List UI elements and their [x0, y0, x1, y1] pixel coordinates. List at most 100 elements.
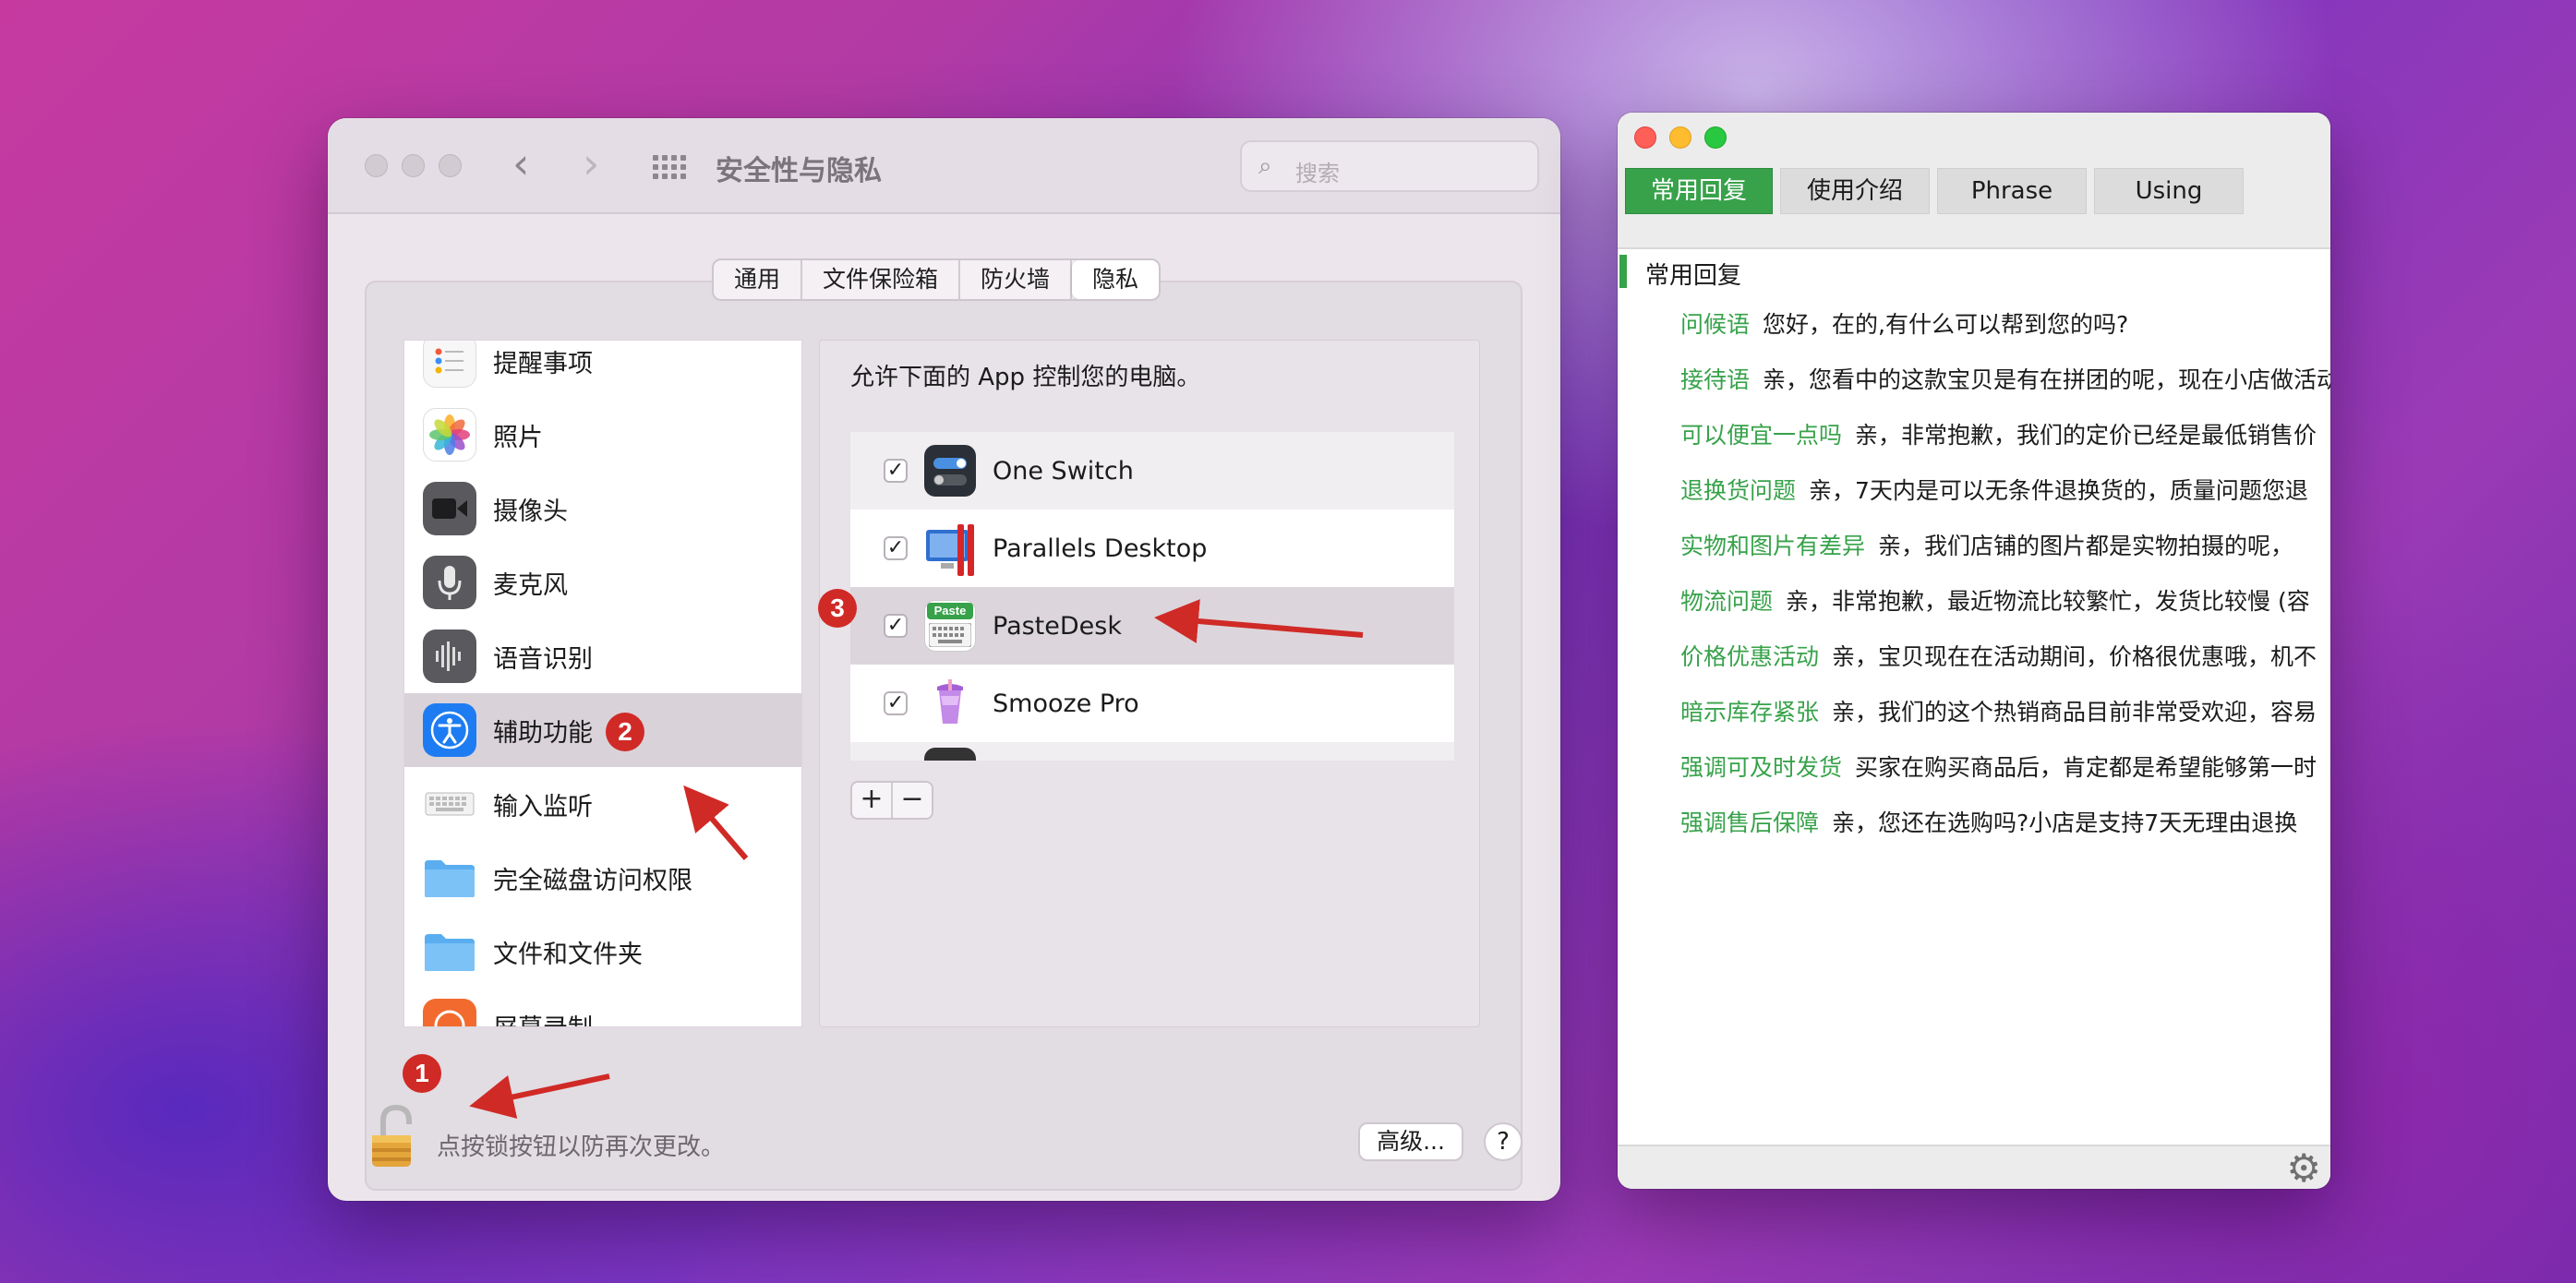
- app-row-one-switch[interactable]: ✓ One Switch: [850, 432, 1454, 510]
- search-field[interactable]: ⌕ 搜索: [1240, 140, 1539, 192]
- one-switch-icon: [924, 445, 976, 497]
- group-indicator: [1619, 255, 1627, 288]
- phrase-row[interactable]: 强调可及时发货 买家在购买商品后，肯定都是希望能够第一时: [1680, 749, 2317, 786]
- sidebar-item-photos[interactable]: 照片: [404, 398, 801, 472]
- phrase-text: 亲，宝贝现在在活动期间，价格很优惠哦，机不: [1832, 643, 2317, 670]
- smooze-pro-icon: [924, 677, 976, 729]
- sidebar-item-label: 屏幕录制: [493, 1008, 593, 1027]
- keyboard-icon: [423, 777, 476, 831]
- phrase-text: 亲，您还在选购吗?小店是支持7天无理由退换: [1832, 809, 2298, 836]
- search-icon: ⌕: [1258, 152, 1272, 180]
- sidebar-item-screen-recording[interactable]: 屏幕录制: [404, 989, 801, 1027]
- speech-recognition-icon: [423, 630, 476, 683]
- tab-using[interactable]: Using: [2094, 168, 2244, 214]
- zoom-button[interactable]: [439, 154, 462, 177]
- phrase-text: 亲，我们店铺的图片都是实物拍摄的呢，: [1878, 533, 2294, 559]
- phrase-text: 您好，在的,有什么可以帮到您的吗?: [1763, 311, 2129, 338]
- search-placeholder: 搜索: [1295, 161, 1340, 186]
- sidebar-item-label: 完全磁盘访问权限: [493, 866, 692, 895]
- phrase-text: 买家在购买商品后，肯定都是希望能够第一时: [1855, 754, 2317, 781]
- tab-privacy[interactable]: 隐私: [1072, 260, 1160, 299]
- phrase-row[interactable]: 问候语 您好，在的,有什么可以帮到您的吗?: [1680, 306, 2128, 343]
- tab-common-replies[interactable]: 常用回复: [1625, 168, 1773, 214]
- help-button[interactable]: ?: [1484, 1122, 1523, 1161]
- minimize-button[interactable]: [402, 154, 425, 177]
- minimize-button[interactable]: [1669, 126, 1691, 149]
- zoom-button[interactable]: [1704, 126, 1727, 149]
- screen-recording-icon: [423, 999, 476, 1026]
- sidebar-item-input-monitoring[interactable]: 输入监听: [404, 767, 801, 841]
- sidebar-item-label: 输入监听: [493, 792, 593, 821]
- phrase-key: 暗示库存紧张: [1680, 699, 1820, 725]
- app-name: Parallels Desktop: [993, 534, 1208, 563]
- sidebar-item-microphone[interactable]: 麦克风: [404, 546, 801, 619]
- sidebar-item-label: 摄像头: [493, 497, 568, 526]
- parallels-desktop-icon: [924, 522, 976, 576]
- app-row-partial[interactable]: [850, 742, 1454, 761]
- pastedesk-icon-label: Paste: [927, 603, 973, 619]
- pastedesk-icon: Paste: [924, 600, 976, 652]
- app-row-pastedesk[interactable]: ✓ Paste PasteDesk: [850, 587, 1454, 665]
- annotation-badge: 1: [403, 1054, 441, 1093]
- sidebar-item-full-disk-access[interactable]: 完全磁盘访问权限: [404, 841, 801, 915]
- phrase-row[interactable]: 强调售后保障 亲，您还在选购吗?小店是支持7天无理由退换: [1680, 805, 2297, 842]
- lock-icon[interactable]: [365, 1104, 424, 1170]
- annotation-badge: 2: [606, 713, 644, 751]
- app-checkbox[interactable]: ✓: [884, 536, 908, 560]
- gear-icon[interactable]: ⚙: [2286, 1148, 2321, 1189]
- app-checkbox[interactable]: ✓: [884, 614, 908, 638]
- phrase-row[interactable]: 价格优惠活动 亲，宝贝现在在活动期间，价格很优惠哦，机不: [1680, 639, 2317, 676]
- advanced-button[interactable]: 高级...: [1358, 1122, 1463, 1161]
- sidebar-item-label: 语音识别: [493, 644, 593, 674]
- camera-icon: [423, 482, 476, 535]
- sidebar-item-files-and-folders[interactable]: 文件和文件夹: [404, 915, 801, 989]
- sidebar-item-label: 提醒事项: [493, 349, 593, 378]
- remove-app-button[interactable]: −: [893, 783, 932, 818]
- sidebar-item-label: 麦克风: [493, 570, 568, 600]
- phrase-row[interactable]: 实物和图片有差异 亲，我们店铺的图片都是实物拍摄的呢，: [1680, 528, 2293, 565]
- add-remove-control: + −: [850, 781, 933, 820]
- phrase-row[interactable]: 退换货问题 亲，7天内是可以无条件退换货的，质量问题您退: [1680, 473, 2308, 510]
- sidebar-item-reminders[interactable]: 提醒事项: [404, 341, 801, 398]
- phrase-key: 强调可及时发货: [1680, 754, 1843, 781]
- sidebar-item-camera[interactable]: 摄像头: [404, 472, 801, 546]
- tab-filevault[interactable]: 文件保险箱: [802, 260, 961, 299]
- phrase-row[interactable]: 物流问题 亲，非常抱歉，最近物流比较繁忙，发货比较慢 (容: [1680, 583, 2310, 620]
- annotation-badge: 3: [818, 589, 857, 628]
- app-row-parallels-desktop[interactable]: ✓ Parallels Desktop: [850, 510, 1454, 587]
- privacy-category-list[interactable]: 提醒事项 照片 摄像头 麦克风 语音识别 辅助功能 输入监听 完全磁盘访问权限 …: [403, 340, 802, 1027]
- sidebar-item-speech-recognition[interactable]: 语音识别: [404, 619, 801, 693]
- tab-phrase[interactable]: Phrase: [1937, 168, 2087, 214]
- pastedesk-toolbar: 常用回复 使用介绍 Phrase Using: [1618, 113, 2330, 249]
- phrase-text: 亲，您看中的这款宝贝是有在拼团的呢，现在小店做活动: [1763, 366, 2330, 393]
- phrase-text: 亲，7天内是可以无条件退换货的，质量问题您退: [1809, 477, 2308, 504]
- tab-general[interactable]: 通用: [714, 260, 803, 299]
- pastedesk-window: 常用回复 使用介绍 Phrase Using 常用回复 问候语 您好，在的,有什么…: [1618, 113, 2330, 1189]
- tab-firewall[interactable]: 防火墙: [960, 260, 1073, 299]
- show-all-grid-icon[interactable]: [653, 155, 686, 179]
- phrase-row[interactable]: 暗示库存紧张 亲，我们的这个热销商品目前非常受欢迎，容易: [1680, 694, 2317, 731]
- phrase-text: 亲，我们的这个热销商品目前非常受欢迎，容易: [1832, 699, 2317, 725]
- add-app-button[interactable]: +: [852, 783, 893, 818]
- close-button[interactable]: [365, 154, 388, 177]
- phrase-key: 接待语: [1680, 366, 1751, 393]
- title-bar: ‹ › 安全性与隐私 ⌕ 搜索: [328, 118, 1560, 214]
- sidebar-item-accessibility[interactable]: 辅助功能: [404, 693, 801, 767]
- phrase-key: 价格优惠活动: [1680, 643, 1820, 670]
- app-checkbox[interactable]: ✓: [884, 691, 908, 715]
- phrase-text: 亲，非常抱歉，最近物流比较繁忙，发货比较慢 (容: [1786, 588, 2310, 615]
- app-row-smooze-pro[interactable]: ✓ Smooze Pro: [850, 665, 1454, 742]
- lock-hint-text: 点按锁按钮以防再次更改。: [437, 1133, 726, 1161]
- app-list[interactable]: ✓ One Switch ✓ Parallels Desktop ✓ Paste…: [850, 432, 1454, 761]
- allow-apps-description: 允许下面的 App 控制您的电脑。: [850, 364, 1201, 391]
- phrase-row[interactable]: 接待语 亲，您看中的这款宝贝是有在拼团的呢，现在小店做活动: [1680, 362, 2330, 399]
- security-privacy-window: ‹ › 安全性与隐私 ⌕ 搜索 通用 文件保险箱 防火墙 隐私 提醒事项 照片 …: [328, 118, 1560, 1201]
- forward-chevron-icon[interactable]: ›: [583, 140, 599, 186]
- window-title: 安全性与隐私: [716, 155, 882, 187]
- tab-usage-intro[interactable]: 使用介绍: [1780, 168, 1930, 214]
- close-button[interactable]: [1634, 126, 1656, 149]
- phrase-row[interactable]: 可以便宜一点吗 亲，非常抱歉，我们的定价已经是最低销售价: [1680, 417, 2317, 454]
- app-checkbox[interactable]: ✓: [884, 459, 908, 483]
- back-chevron-icon[interactable]: ‹: [512, 140, 529, 186]
- phrase-key: 实物和图片有差异: [1680, 533, 1866, 559]
